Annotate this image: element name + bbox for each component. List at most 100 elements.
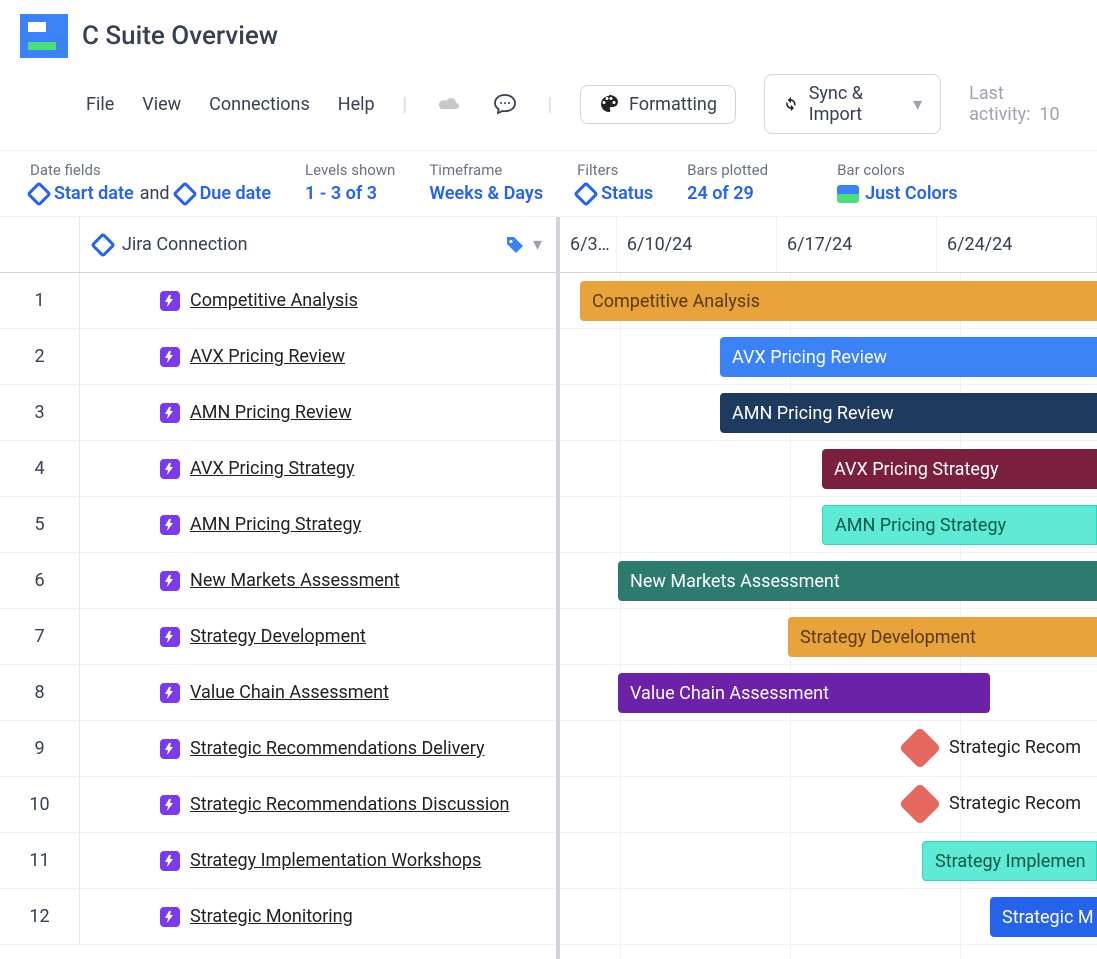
milestone-diamond[interactable] xyxy=(899,727,941,769)
page-title: C Suite Overview xyxy=(82,21,278,51)
task-name[interactable]: New Markets Assessment xyxy=(190,570,400,591)
row-number: 11 xyxy=(0,833,80,888)
gantt-bar[interactable]: Strategic M xyxy=(990,897,1097,937)
gantt-row: Strategy Development xyxy=(560,609,1097,665)
task-name[interactable]: Strategy Development xyxy=(190,626,366,647)
jira-epic-icon xyxy=(160,907,180,927)
task-cell[interactable]: Strategy Implementation Workshops xyxy=(80,850,556,871)
formatting-button[interactable]: Formatting xyxy=(580,85,736,124)
menu-connections[interactable]: Connections xyxy=(209,94,310,115)
menu-help[interactable]: Help xyxy=(338,94,375,115)
milestone-diamond[interactable] xyxy=(899,783,941,825)
table-row: 7Strategy Development xyxy=(0,609,556,665)
task-cell[interactable]: Strategic Monitoring xyxy=(80,906,556,927)
last-activity: Last activity: 10 xyxy=(969,83,1077,125)
app-logo xyxy=(20,14,68,58)
jira-epic-icon xyxy=(160,851,180,871)
diamond-icon xyxy=(573,181,598,206)
row-number: 3 xyxy=(0,385,80,440)
gantt-bar[interactable]: AVX Pricing Strategy xyxy=(822,449,1097,489)
task-name[interactable]: AMN Pricing Review xyxy=(190,402,352,423)
task-cell[interactable]: Competitive Analysis xyxy=(80,290,556,311)
jira-epic-icon xyxy=(160,515,180,535)
timeline-date: 6/10/24 xyxy=(617,217,777,272)
gantt-row: Strategic Recom xyxy=(560,721,1097,777)
gantt-row: Strategic Recom xyxy=(560,777,1097,833)
gantt-bar[interactable]: Strategy Development xyxy=(788,617,1097,657)
task-name[interactable]: Strategic Recommendations Delivery xyxy=(190,738,485,759)
diamond-icon xyxy=(172,181,197,206)
task-cell[interactable]: AVX Pricing Strategy xyxy=(80,458,556,479)
gantt-bar[interactable]: AMN Pricing Strategy xyxy=(822,505,1097,545)
task-name[interactable]: Competitive Analysis xyxy=(190,290,358,311)
task-name[interactable]: AVX Pricing Strategy xyxy=(190,458,355,479)
sync-import-button[interactable]: Sync & Import ▾ xyxy=(764,74,941,134)
gantt-row: AVX Pricing Strategy xyxy=(560,441,1097,497)
row-number: 4 xyxy=(0,441,80,496)
timeline-date: 6/17/24 xyxy=(777,217,937,272)
palette-icon xyxy=(599,94,619,114)
gantt-bar[interactable]: Value Chain Assessment xyxy=(618,673,990,713)
gantt-row: AVX Pricing Review xyxy=(560,329,1097,385)
task-cell[interactable]: Value Chain Assessment xyxy=(80,682,556,703)
row-number: 8 xyxy=(0,665,80,720)
divider: | xyxy=(403,94,407,115)
task-name[interactable]: Strategy Implementation Workshops xyxy=(190,850,481,871)
jira-epic-icon xyxy=(160,459,180,479)
gantt-row: New Markets Assessment xyxy=(560,553,1097,609)
menu-view[interactable]: View xyxy=(142,94,181,115)
task-cell[interactable]: New Markets Assessment xyxy=(80,570,556,591)
config-timeframe[interactable]: Timeframe Weeks & Days xyxy=(429,161,543,204)
table-row: 10 Strategic Recommendations Discussion xyxy=(0,777,556,833)
table-row: 1 Competitive Analysis xyxy=(0,273,556,329)
rownum-header xyxy=(0,217,80,272)
task-name[interactable]: AMN Pricing Strategy xyxy=(190,514,361,535)
jira-epic-icon xyxy=(160,347,180,367)
gantt-row: AMN Pricing Review xyxy=(560,385,1097,441)
row-number: 5 xyxy=(0,497,80,552)
task-name[interactable]: Value Chain Assessment xyxy=(190,682,389,703)
task-cell[interactable]: AMN Pricing Strategy xyxy=(80,514,556,535)
cloud-icon[interactable] xyxy=(435,90,463,118)
menu-file[interactable]: File xyxy=(86,94,114,115)
gantt-bar[interactable]: AVX Pricing Review xyxy=(720,337,1097,377)
task-name[interactable]: Strategic Monitoring xyxy=(190,906,353,927)
diamond-icon xyxy=(26,181,51,206)
task-cell[interactable]: AMN Pricing Review xyxy=(80,402,556,423)
jira-epic-icon xyxy=(160,739,180,759)
row-number: 6 xyxy=(0,553,80,608)
tag-icon[interactable] xyxy=(505,235,525,255)
task-cell[interactable]: Strategic Recommendations Delivery xyxy=(80,738,556,759)
gantt-row: Value Chain Assessment xyxy=(560,665,1097,721)
task-name[interactable]: Strategic Recommendations Discussion xyxy=(190,794,509,815)
config-bar-colors[interactable]: Bar colors Just Colors xyxy=(837,161,957,204)
table-row: 4 AVX Pricing Strategy xyxy=(0,441,556,497)
config-bars[interactable]: Bars plotted 24 of 29 xyxy=(687,161,768,204)
gantt-bar[interactable]: Strategy Implemen xyxy=(922,841,1097,881)
timeline-date: 6/24/24 xyxy=(937,217,1097,272)
row-number: 1 xyxy=(0,273,80,328)
config-levels[interactable]: Levels shown 1 - 3 of 3 xyxy=(305,161,395,204)
chevron-down-icon[interactable]: ▾ xyxy=(533,234,542,255)
column-header[interactable]: Jira Connection ▾ xyxy=(80,234,556,255)
row-number: 10 xyxy=(0,777,80,832)
gantt-bar[interactable]: New Markets Assessment xyxy=(618,561,1097,601)
jira-epic-icon xyxy=(160,627,180,647)
config-filters[interactable]: Filters Status xyxy=(577,161,653,204)
table-row: 11 Strategy Implementation Workshops xyxy=(0,833,556,889)
gantt-row: AMN Pricing Strategy xyxy=(560,497,1097,553)
chat-icon[interactable] xyxy=(491,90,519,118)
row-number: 9 xyxy=(0,721,80,776)
gantt-bar[interactable]: AMN Pricing Review xyxy=(720,393,1097,433)
gantt-bar[interactable]: Competitive Analysis xyxy=(580,281,1097,321)
jira-epic-icon xyxy=(160,403,180,423)
divider: | xyxy=(548,94,552,115)
task-name[interactable]: AVX Pricing Review xyxy=(190,346,345,367)
jira-epic-icon xyxy=(160,795,180,815)
task-cell[interactable]: Strategy Development xyxy=(80,626,556,647)
table-row: 12Strategic Monitoring xyxy=(0,889,556,945)
jira-epic-icon xyxy=(160,291,180,311)
config-date-fields[interactable]: Date fields Start date and Due date xyxy=(30,161,271,204)
task-cell[interactable]: AVX Pricing Review xyxy=(80,346,556,367)
task-cell[interactable]: Strategic Recommendations Discussion xyxy=(80,794,556,815)
